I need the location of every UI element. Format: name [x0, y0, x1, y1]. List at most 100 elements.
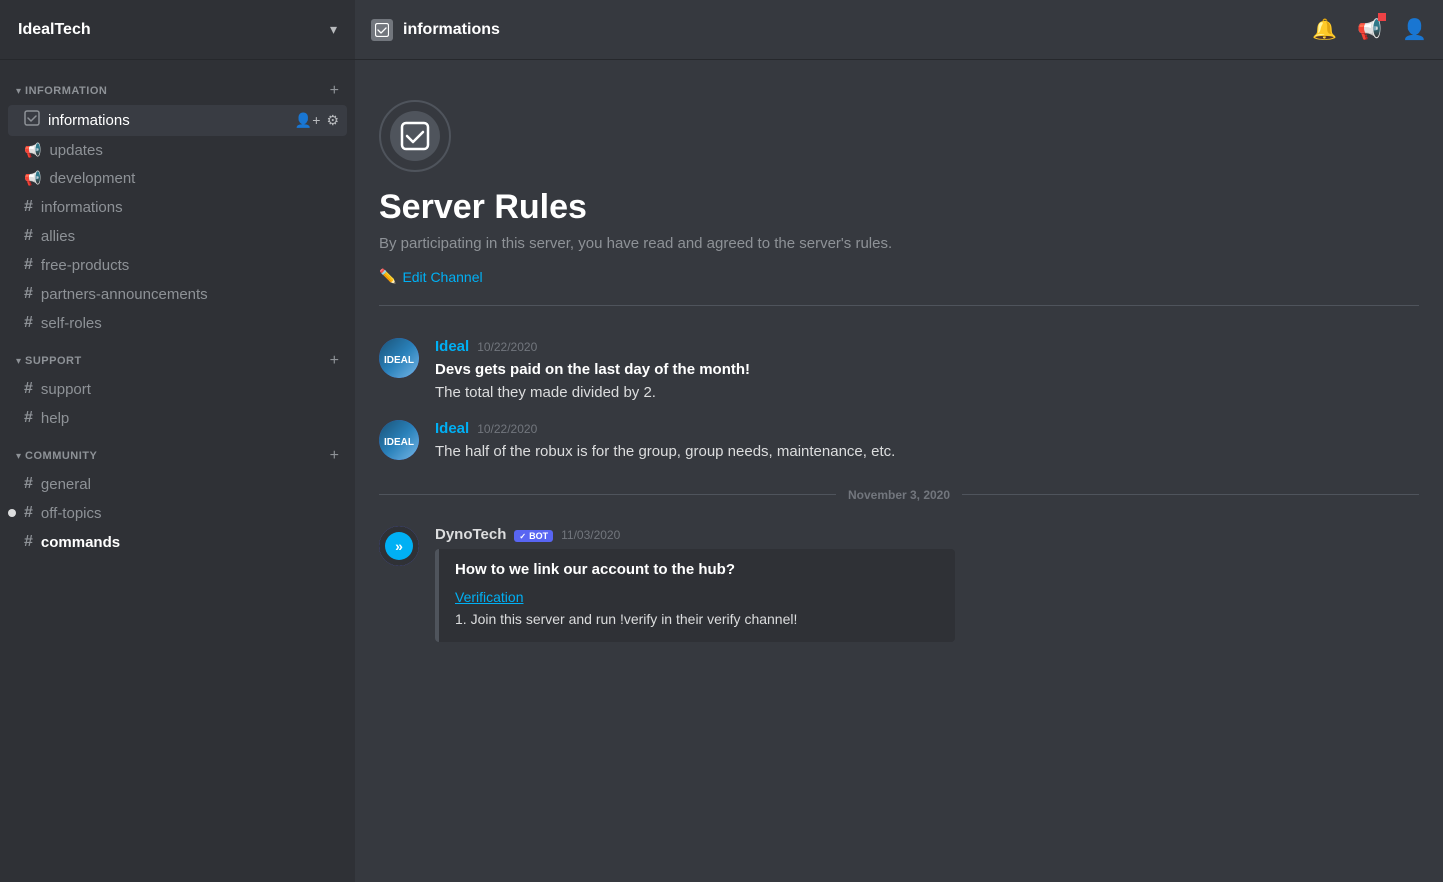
sidebar-item-informations[interactable]: informations 👤+ ⚙ — [8, 105, 347, 136]
chat-area: Server Rules By participating in this se… — [355, 60, 1443, 882]
hash-icon-partners: # — [24, 285, 33, 303]
channel-name-help: help — [41, 410, 339, 427]
message-body-2: The half of the robux is for the group, … — [435, 443, 895, 460]
channel-name-off-topics: off-topics — [41, 505, 339, 522]
dyno-arrow-icon: » — [385, 532, 413, 560]
hash-icon-allies: # — [24, 227, 33, 245]
megaphone-icon[interactable]: 📢 — [1357, 17, 1382, 42]
category-community[interactable]: ▾ COMMUNITY + — [0, 433, 355, 469]
top-bar: informations 🔔 📢 👤 — [355, 0, 1443, 60]
channel-name-development: development — [49, 170, 339, 187]
sidebar-item-general[interactable]: # general — [8, 470, 347, 498]
sidebar-item-free-products[interactable]: # free-products — [8, 251, 347, 279]
edit-channel-button[interactable]: ✏️ Edit Channel — [379, 268, 483, 285]
dyno-avatar-circle: » — [379, 526, 419, 566]
channel-title: Server Rules — [379, 188, 1419, 227]
channel-banner-icon — [379, 100, 451, 172]
category-information[interactable]: ▾ INFORMATION + — [0, 68, 355, 104]
sidebar: IdealTech ▾ ▾ INFORMATION + informations… — [0, 0, 355, 882]
hash-icon-commands: # — [24, 533, 33, 551]
rules-channel-icon — [24, 110, 40, 131]
bot-timestamp: 11/03/2020 — [561, 528, 620, 542]
top-bar-left: informations — [371, 19, 500, 41]
embed-box: How to we link our account to the hub? V… — [435, 549, 955, 643]
avatar-ideal-2: IDEAL — [379, 420, 419, 460]
channel-list: ▾ INFORMATION + informations 👤+ ⚙ 📢 upda… — [0, 60, 355, 882]
channel-type-icon — [371, 19, 393, 41]
embed-body: Verification 1. Join this server and run… — [455, 586, 939, 631]
embed-link[interactable]: Verification — [455, 589, 523, 605]
sidebar-item-development[interactable]: 📢 development — [8, 165, 347, 192]
message-author-ideal-1[interactable]: Ideal — [435, 338, 469, 355]
message-body-1: The total they made divided by 2. — [435, 384, 656, 401]
message-text-1: Devs gets paid on the last day of the mo… — [435, 359, 1419, 404]
message-timestamp-1: 10/22/2020 — [477, 340, 537, 354]
embed-body-line: 1. Join this server and run !verify in t… — [455, 611, 797, 627]
add-channel-support-icon[interactable]: + — [330, 352, 339, 370]
sidebar-item-partners-announcements[interactable]: # partners-announcements — [8, 280, 347, 308]
hash-icon-off-topics: # — [24, 504, 33, 522]
channel-description: By participating in this server, you hav… — [379, 235, 1419, 252]
channel-name-partners-announcements: partners-announcements — [41, 286, 339, 303]
channel-name-informations: informations — [48, 112, 295, 129]
message-content-2: Ideal 10/22/2020 The half of the robux i… — [435, 420, 1419, 464]
main-content: informations 🔔 📢 👤 Server Rules — [355, 0, 1443, 882]
sidebar-item-support[interactable]: # support — [8, 375, 347, 403]
add-member-icon[interactable]: 👤+ — [295, 112, 321, 129]
avatar-image-ideal-1: IDEAL — [379, 338, 419, 378]
server-name: IdealTech — [18, 21, 91, 39]
channel-name-allies: allies — [41, 228, 339, 245]
banner-divider — [379, 305, 1419, 306]
message-header-bot: DynoTech ✓ BOT 11/03/2020 — [435, 526, 1419, 543]
channel-name-support: support — [41, 381, 339, 398]
chevron-down-icon: ▾ — [330, 21, 337, 38]
message-header-2: Ideal 10/22/2020 — [435, 420, 1419, 437]
sidebar-item-help[interactable]: # help — [8, 404, 347, 432]
hash-icon-general: # — [24, 475, 33, 493]
bell-icon[interactable]: 🔔 — [1312, 17, 1337, 42]
channel-name-free-products: free-products — [41, 257, 339, 274]
avatar-dyno: » — [379, 526, 419, 566]
message-group-bot: » DynoTech ✓ BOT 11/03/2020 How to we li… — [355, 518, 1443, 651]
sidebar-item-self-roles[interactable]: # self-roles — [8, 309, 347, 337]
category-label-support: SUPPORT — [25, 355, 82, 367]
message-header-1: Ideal 10/22/2020 — [435, 338, 1419, 355]
bot-badge: ✓ BOT — [514, 530, 553, 542]
category-label-information: INFORMATION — [25, 85, 107, 97]
message-timestamp-2: 10/22/2020 — [477, 422, 537, 436]
date-divider: November 3, 2020 — [355, 480, 1443, 510]
message-author-ideal-2[interactable]: Ideal — [435, 420, 469, 437]
channel-name-events: informations — [41, 199, 339, 216]
add-channel-community-icon[interactable]: + — [330, 447, 339, 465]
message-group-2: IDEAL Ideal 10/22/2020 The half of the r… — [355, 412, 1443, 472]
date-label: November 3, 2020 — [836, 488, 962, 502]
hash-icon-free-products: # — [24, 256, 33, 274]
category-arrow-icon: ▾ — [16, 86, 21, 97]
message-author-dyno[interactable]: DynoTech — [435, 526, 506, 543]
channel-name-updates: updates — [49, 142, 339, 159]
edit-channel-label: Edit Channel — [402, 269, 482, 285]
embed-title: How to we link our account to the hub? — [455, 561, 939, 578]
message-content-1: Ideal 10/22/2020 Devs gets paid on the l… — [435, 338, 1419, 404]
category-support[interactable]: ▾ SUPPORT + — [0, 338, 355, 374]
sidebar-item-commands[interactable]: # commands — [8, 528, 347, 556]
sidebar-item-events[interactable]: # informations — [8, 193, 347, 221]
announce-channel-icon: 📢 — [24, 142, 41, 159]
sidebar-item-updates[interactable]: 📢 updates — [8, 137, 347, 164]
announce-channel-icon-2: 📢 — [24, 170, 41, 187]
sidebar-item-off-topics[interactable]: # off-topics — [8, 499, 347, 527]
sidebar-item-allies[interactable]: # allies — [8, 222, 347, 250]
add-channel-icon[interactable]: + — [330, 82, 339, 100]
category-arrow-support-icon: ▾ — [16, 356, 21, 367]
svg-text:IDEAL: IDEAL — [384, 355, 414, 366]
hash-icon-self-roles: # — [24, 314, 33, 332]
bot-check-icon: ✓ — [519, 532, 526, 541]
user-icon[interactable]: 👤 — [1402, 17, 1427, 42]
server-header[interactable]: IdealTech ▾ — [0, 0, 355, 60]
hash-icon-help: # — [24, 409, 33, 427]
avatar-ideal-1: IDEAL — [379, 338, 419, 378]
bot-label: BOT — [529, 531, 548, 541]
topbar-channel-name: informations — [403, 21, 500, 39]
settings-icon[interactable]: ⚙ — [326, 112, 339, 129]
category-label-community: COMMUNITY — [25, 450, 97, 462]
